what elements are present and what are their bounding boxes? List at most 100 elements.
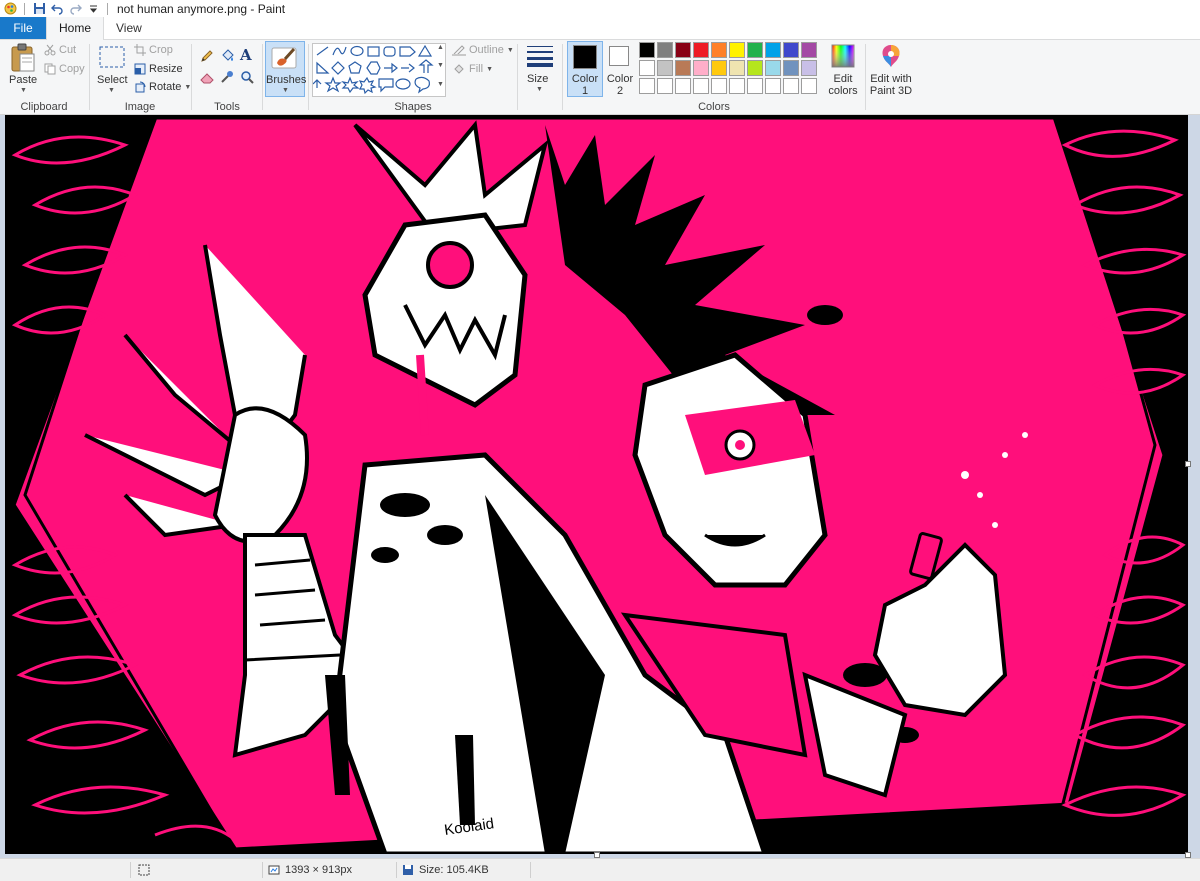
palette-swatch[interactable] [657, 78, 673, 94]
copy-button[interactable]: Copy [44, 63, 85, 75]
magnifier-icon[interactable] [240, 70, 254, 87]
palette-swatch[interactable] [801, 78, 817, 94]
palette-swatch[interactable] [675, 60, 691, 76]
color-1-button[interactable]: Color 1 [567, 41, 603, 97]
status-separator [130, 862, 131, 878]
color-picker-icon[interactable] [220, 70, 234, 87]
shapes-gallery[interactable] [312, 43, 446, 97]
resize-label: Resize [149, 63, 183, 75]
tab-home[interactable]: Home [46, 17, 105, 40]
palette-swatch[interactable] [729, 42, 745, 58]
shapes-scrollbar[interactable]: ▲ ▼ ▼ [436, 43, 444, 95]
paint-app-icon [3, 2, 17, 16]
select-button[interactable]: Select ▼ [95, 42, 129, 102]
palette-swatch[interactable] [711, 42, 727, 58]
size-button[interactable]: Size ▼ [523, 42, 557, 102]
outline-button[interactable]: Outline ▼ [452, 44, 514, 56]
title-bar: not human anymore.png - Paint [0, 0, 1200, 17]
status-separator [262, 862, 263, 878]
undo-icon[interactable] [50, 2, 64, 16]
cut-button[interactable]: Cut [44, 44, 76, 56]
drawing-canvas[interactable]: Koolaid [5, 115, 1188, 854]
tab-file[interactable]: File [0, 17, 46, 39]
fill-button[interactable]: Fill ▼ [452, 63, 493, 75]
chevron-up-icon[interactable]: ▲ [437, 44, 444, 51]
crop-icon [134, 44, 146, 56]
color-1-number: 1 [581, 85, 589, 97]
palette-swatch[interactable] [693, 60, 709, 76]
resize-button[interactable]: Resize [134, 63, 183, 75]
fill-icon [454, 64, 464, 74]
edit-with-paint-3d-button[interactable]: Edit with Paint 3D [868, 41, 914, 97]
palette-swatch[interactable] [639, 60, 655, 76]
window-title: not human anymore.png - Paint [117, 1, 286, 16]
brushes-button[interactable]: Brushes ▼ [265, 41, 307, 97]
palette-swatch[interactable] [729, 60, 745, 76]
status-bar: 1393 × 913px Size: 105.4KB [0, 858, 1200, 881]
palette-swatch[interactable] [747, 42, 763, 58]
edit-colors-label-2: colors [828, 85, 858, 97]
chevron-down-icon: ▼ [486, 65, 493, 73]
artwork-illustration: Koolaid [10, 115, 1187, 854]
palette-swatch[interactable] [801, 60, 817, 76]
paste-button[interactable]: Paste ▼ [8, 42, 38, 102]
palette-swatch[interactable] [711, 78, 727, 94]
palette-swatch[interactable] [693, 42, 709, 58]
image-group-label: Image [124, 101, 156, 113]
paste-icon [11, 43, 35, 72]
palette-swatch[interactable] [657, 60, 673, 76]
palette-swatch[interactable] [675, 78, 691, 94]
palette-swatch[interactable] [711, 60, 727, 76]
select-label: Select [97, 74, 128, 86]
text-tool-icon[interactable]: A [240, 46, 252, 64]
canvas-resize-handle-right[interactable] [1185, 461, 1191, 467]
save-icon[interactable] [32, 2, 46, 16]
redo-icon[interactable] [68, 2, 82, 16]
palette-swatch[interactable] [783, 42, 799, 58]
select-rectangle-icon [99, 46, 125, 68]
palette-swatch[interactable] [657, 42, 673, 58]
color-2-button[interactable]: Color 2 [604, 41, 636, 97]
eraser-icon[interactable] [200, 71, 215, 87]
tab-view[interactable]: View [104, 17, 154, 39]
brushes-label: Brushes [266, 74, 307, 86]
gallery-expand-icon[interactable]: ▼ [437, 81, 444, 88]
file-size-cell: Size: 105.4KB [402, 859, 489, 881]
color-palette [639, 42, 817, 94]
fill-label: Fill [469, 63, 484, 75]
palette-swatch[interactable] [765, 42, 781, 58]
group-separator [262, 44, 263, 110]
palette-swatch[interactable] [765, 60, 781, 76]
group-separator [308, 44, 309, 110]
fill-bucket-icon[interactable] [220, 48, 235, 66]
palette-swatch[interactable] [783, 60, 799, 76]
crop-button[interactable]: Crop [134, 44, 173, 56]
shapes-group-label: Shapes [394, 101, 432, 113]
palette-swatch[interactable] [639, 42, 655, 58]
customize-qat-icon[interactable] [86, 2, 100, 16]
copy-label: Copy [59, 63, 85, 75]
pencil-icon[interactable] [200, 49, 214, 66]
palette-swatch[interactable] [675, 42, 691, 58]
chevron-down-icon: ▼ [282, 87, 289, 94]
palette-swatch[interactable] [783, 78, 799, 94]
palette-swatch[interactable] [765, 78, 781, 94]
rotate-label: Rotate [149, 81, 182, 93]
color-2-label: Color [606, 73, 634, 85]
palette-swatch[interactable] [801, 42, 817, 58]
palette-swatch[interactable] [639, 78, 655, 94]
file-size-text: Size: 105.4KB [419, 864, 489, 876]
paint-3d-label-2: Paint 3D [869, 85, 913, 97]
copy-icon [44, 63, 56, 75]
edit-colors-button[interactable]: Edit colors [824, 41, 862, 97]
chevron-down-icon: ▼ [506, 46, 514, 54]
chevron-down-icon[interactable]: ▼ [437, 62, 444, 69]
palette-swatch[interactable] [729, 78, 745, 94]
palette-swatch[interactable] [693, 78, 709, 94]
outline-label: Outline [469, 44, 504, 56]
palette-swatch[interactable] [747, 78, 763, 94]
canvas-area[interactable]: Koolaid [0, 115, 1200, 858]
palette-swatch[interactable] [747, 60, 763, 76]
selection-size-cell [138, 859, 150, 881]
rotate-button[interactable]: Rotate ▼ [134, 81, 191, 93]
